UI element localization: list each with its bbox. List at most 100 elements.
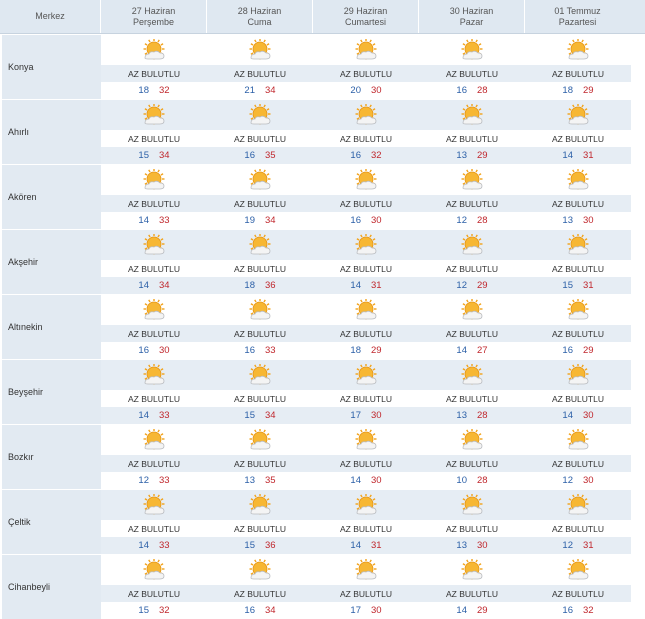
min-temperature: 21 — [244, 85, 255, 96]
partly-cloudy-sun-icon — [567, 559, 589, 580]
weather-description: AZ BULUTLU — [419, 520, 525, 537]
icon-slot — [525, 360, 631, 390]
day-cells: AZ BULUTLU 14 33 AZ BULUTLU 15 34 AZ BULUTLU 17… — [101, 360, 631, 424]
temperature-range: 15 34 — [101, 147, 207, 164]
max-temperature: 29 — [477, 150, 488, 161]
table-row: Beyşehir AZ BULUTLU 14 33 AZ BULUTLU 15 34 AZ B… — [0, 360, 645, 424]
max-temperature: 30 — [371, 475, 382, 486]
temperature-range: 19 34 — [207, 212, 313, 229]
temperature-range: 15 34 — [207, 407, 313, 424]
table-header: Merkez 27 Haziran Perşembe 28 Haziran Cu… — [0, 0, 645, 34]
day-weekday: Perşembe — [132, 16, 175, 27]
min-temperature: 18 — [350, 345, 361, 356]
forecast-cell: AZ BULUTLU 10 28 — [419, 425, 525, 489]
temperature-range: 16 30 — [101, 342, 207, 359]
station-name: Bozkır — [8, 452, 34, 462]
partly-cloudy-sun-icon — [249, 429, 271, 450]
icon-slot — [313, 35, 419, 65]
weather-description: AZ BULUTLU — [207, 520, 313, 537]
icon-slot — [525, 490, 631, 520]
day-cells: AZ BULUTLU 15 32 AZ BULUTLU 16 34 AZ BULUTLU 17… — [101, 555, 631, 619]
min-temperature: 18 — [562, 85, 573, 96]
weather-description: AZ BULUTLU — [313, 65, 419, 82]
max-temperature: 30 — [159, 345, 170, 356]
temperature-range: 15 31 — [525, 277, 631, 294]
forecast-cell: AZ BULUTLU 20 30 — [313, 35, 419, 99]
station-name: Akören — [8, 192, 37, 202]
day-weekday: Pazar — [459, 16, 484, 27]
icon-slot — [207, 555, 313, 585]
temperature-range: 20 30 — [313, 82, 419, 99]
day-column-header: 30 Haziran Pazar — [418, 0, 524, 33]
weather-description: AZ BULUTLU — [101, 65, 207, 82]
forecast-cell: AZ BULUTLU 15 34 — [101, 100, 207, 164]
weather-description: AZ BULUTLU — [525, 260, 631, 277]
icon-slot — [101, 165, 207, 195]
forecast-cell: AZ BULUTLU 18 29 — [313, 295, 419, 359]
station-cell: Çeltik — [2, 490, 101, 554]
icon-slot — [101, 100, 207, 130]
table-row: Çeltik AZ BULUTLU 14 33 AZ BULUTLU 15 36 AZ BUL… — [0, 490, 645, 554]
partly-cloudy-sun-icon — [249, 39, 271, 60]
weather-description: AZ BULUTLU — [207, 390, 313, 407]
weather-description: AZ BULUTLU — [207, 260, 313, 277]
forecast-cell: AZ BULUTLU 14 33 — [101, 490, 207, 554]
partly-cloudy-sun-icon — [461, 429, 483, 450]
max-temperature: 31 — [583, 540, 594, 551]
weather-description: AZ BULUTLU — [207, 585, 313, 602]
min-temperature: 14 — [350, 280, 361, 291]
weather-description: AZ BULUTLU — [419, 65, 525, 82]
forecast-cell: AZ BULUTLU 13 29 — [419, 100, 525, 164]
forecast-cell: AZ BULUTLU 17 30 — [313, 555, 419, 619]
max-temperature: 33 — [159, 215, 170, 226]
temperature-range: 14 33 — [101, 537, 207, 554]
station-cell: Altınekin — [2, 295, 101, 359]
partly-cloudy-sun-icon — [567, 104, 589, 125]
partly-cloudy-sun-icon — [461, 104, 483, 125]
temperature-range: 18 36 — [207, 277, 313, 294]
weather-description: AZ BULUTLU — [419, 585, 525, 602]
min-temperature: 13 — [456, 410, 467, 421]
max-temperature: 32 — [371, 150, 382, 161]
partly-cloudy-sun-icon — [567, 299, 589, 320]
icon-slot — [419, 360, 525, 390]
weather-description: AZ BULUTLU — [525, 390, 631, 407]
temperature-range: 14 30 — [525, 407, 631, 424]
temperature-range: 12 29 — [419, 277, 525, 294]
max-temperature: 27 — [477, 345, 488, 356]
weather-description: AZ BULUTLU — [525, 455, 631, 472]
min-temperature: 14 — [138, 410, 149, 421]
station-name: Akşehir — [8, 257, 39, 267]
min-temperature: 12 — [562, 475, 573, 486]
max-temperature: 30 — [583, 475, 594, 486]
min-temperature: 12 — [138, 475, 149, 486]
min-temperature: 12 — [456, 280, 467, 291]
forecast-cell: AZ BULUTLU 18 36 — [207, 230, 313, 294]
temperature-range: 16 35 — [207, 147, 313, 164]
min-temperature: 16 — [244, 150, 255, 161]
partly-cloudy-sun-icon — [249, 169, 271, 190]
temperature-range: 13 29 — [419, 147, 525, 164]
station-name: Konya — [8, 62, 34, 72]
weather-description: AZ BULUTLU — [525, 520, 631, 537]
temperature-range: 18 29 — [313, 342, 419, 359]
weather-description: AZ BULUTLU — [101, 390, 207, 407]
temperature-range: 16 30 — [313, 212, 419, 229]
max-temperature: 35 — [265, 150, 276, 161]
partly-cloudy-sun-icon — [461, 364, 483, 385]
temperature-range: 12 33 — [101, 472, 207, 489]
icon-slot — [313, 490, 419, 520]
weather-description: AZ BULUTLU — [313, 130, 419, 147]
min-temperature: 13 — [456, 540, 467, 551]
max-temperature: 33 — [159, 410, 170, 421]
min-temperature: 16 — [350, 150, 361, 161]
weather-description: AZ BULUTLU — [101, 520, 207, 537]
day-date: 29 Haziran — [343, 5, 388, 16]
temperature-range: 14 33 — [101, 212, 207, 229]
max-temperature: 31 — [371, 280, 382, 291]
forecast-cell: AZ BULUTLU 14 27 — [419, 295, 525, 359]
min-temperature: 15 — [138, 150, 149, 161]
partly-cloudy-sun-icon — [461, 169, 483, 190]
partly-cloudy-sun-icon — [355, 559, 377, 580]
max-temperature: 30 — [371, 215, 382, 226]
